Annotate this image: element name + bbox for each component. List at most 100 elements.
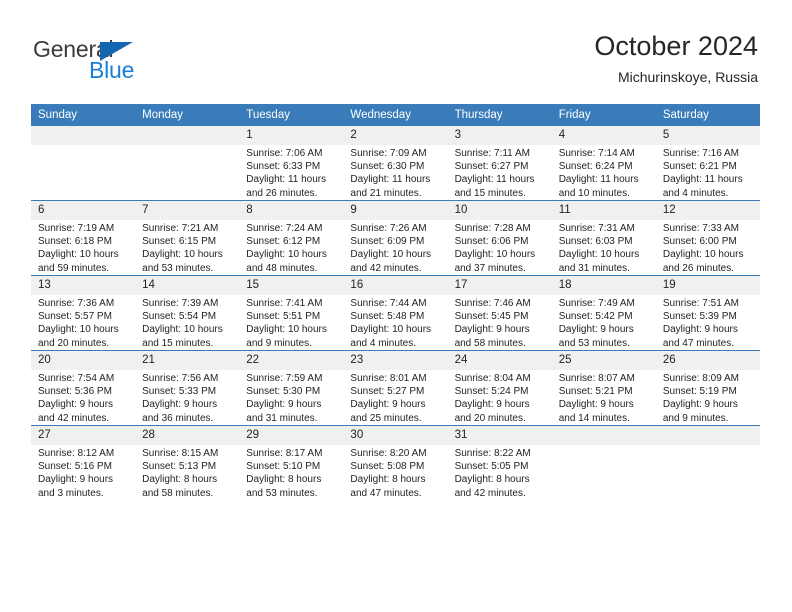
- sunset-text: Sunset: 5:08 PM: [350, 461, 425, 473]
- daylight-text: Daylight: 9 hours and 42 minutes.: [38, 399, 114, 424]
- calendar-day-cell[interactable]: 20 Sunrise: 7:54 AM Sunset: 5:36 PM Dayligh…: [31, 350, 136, 426]
- calendar-day-cell[interactable]: 5 Sunrise: 7:16 AM Sunset: 6:21 PM Daylight…: [655, 126, 760, 201]
- calendar-day-cell[interactable]: 24 Sunrise: 8:04 AM Sunset: 5:24 PM Dayligh…: [447, 350, 552, 426]
- day-number: 10: [447, 201, 552, 220]
- calendar-day-cell[interactable]: 28 Sunrise: 8:15 AM Sunset: 5:13 PM Dayligh…: [135, 425, 240, 500]
- day-number: 21: [135, 351, 240, 370]
- calendar-day-cell[interactable]: 3 Sunrise: 7:11 AM Sunset: 6:27 PM Daylight…: [447, 126, 552, 201]
- sunrise-text: Sunrise: 7:59 AM: [246, 373, 323, 384]
- sunrise-text: Sunrise: 7:46 AM: [454, 298, 531, 309]
- calendar-table: Sunday Monday Tuesday Wednesday Thursday Frid…: [31, 104, 760, 500]
- sunset-text: Sunset: 6:09 PM: [350, 236, 425, 248]
- daylight-text: Daylight: 9 hours and 14 minutes.: [558, 399, 634, 424]
- sunrise-text: Sunrise: 7:31 AM: [558, 223, 635, 234]
- sunrise-text: Sunrise: 8:12 AM: [38, 448, 115, 459]
- daylight-text: Daylight: 10 hours and 26 minutes.: [662, 249, 744, 274]
- day-number: [551, 426, 656, 445]
- day-number: 19: [655, 276, 760, 295]
- calendar-day-cell[interactable]: 7 Sunrise: 7:21 AM Sunset: 6:15 PM Daylight…: [135, 200, 240, 276]
- calendar-day-cell[interactable]: 11 Sunrise: 7:31 AM Sunset: 6:03 PM Dayligh…: [551, 200, 656, 276]
- sunset-text: Sunset: 5:54 PM: [142, 311, 217, 323]
- day-number: 16: [343, 276, 448, 295]
- calendar-day-cell[interactable]: 29 Sunrise: 8:17 AM Sunset: 5:10 PM Dayligh…: [239, 425, 344, 500]
- day-details: Sunrise: 7:09 AM Sunset: 6:30 PM Daylight:…: [343, 145, 447, 200]
- sunrise-text: Sunrise: 7:21 AM: [142, 223, 219, 234]
- logo-text-blue: Blue: [89, 57, 135, 83]
- sunset-text: Sunset: 5:05 PM: [454, 461, 529, 473]
- sunset-text: Sunset: 5:33 PM: [142, 386, 217, 398]
- day-details: Sunrise: 7:11 AM Sunset: 6:27 PM Daylight:…: [448, 145, 552, 200]
- sunset-text: Sunset: 5:57 PM: [38, 311, 112, 323]
- daylight-text: Daylight: 10 hours and 4 minutes.: [350, 324, 432, 349]
- calendar-day-cell[interactable]: 12 Sunrise: 7:33 AM Sunset: 6:00 PM Dayligh…: [655, 200, 760, 276]
- day-number: 17: [447, 276, 552, 295]
- sunrise-text: Sunrise: 8:17 AM: [246, 448, 323, 459]
- sunset-text: Sunset: 5:39 PM: [662, 311, 737, 323]
- calendar-day-cell[interactable]: 17 Sunrise: 7:46 AM Sunset: 5:45 PM Dayligh…: [447, 275, 552, 351]
- sunset-text: Sunset: 5:10 PM: [246, 461, 321, 473]
- calendar-day-cell[interactable]: 23 Sunrise: 8:01 AM Sunset: 5:27 PM Dayligh…: [343, 350, 448, 426]
- weekday-header-thursday: Thursday: [447, 104, 552, 126]
- day-details: Sunrise: 7:54 AM Sunset: 5:36 PM Daylight:…: [31, 370, 135, 425]
- daylight-text: Daylight: 10 hours and 9 minutes.: [246, 324, 327, 349]
- calendar-body: 1 Sunrise: 7:06 AM Sunset: 6:33 PM Daylight…: [31, 126, 760, 500]
- general-blue-logo[interactable]: General Blue: [33, 36, 233, 88]
- calendar-day-cell[interactable]: 6 Sunrise: 7:19 AM Sunset: 6:18 PM Daylight…: [31, 200, 136, 276]
- calendar-day-cell[interactable]: 30 Sunrise: 8:20 AM Sunset: 5:08 PM Dayligh…: [343, 425, 448, 500]
- day-details: Sunrise: 7:33 AM Sunset: 6:00 PM Daylight:…: [656, 220, 760, 275]
- day-details: Sunrise: 7:49 AM Sunset: 5:42 PM Daylight:…: [552, 295, 656, 350]
- calendar-day-cell[interactable]: 22 Sunrise: 7:59 AM Sunset: 5:30 PM Dayligh…: [239, 350, 344, 426]
- calendar-day-cell[interactable]: 13 Sunrise: 7:36 AM Sunset: 5:57 PM Dayligh…: [31, 275, 136, 351]
- day-number: [135, 126, 240, 145]
- daylight-text: Daylight: 10 hours and 15 minutes.: [142, 324, 223, 349]
- sunrise-text: Sunrise: 8:15 AM: [142, 448, 219, 459]
- calendar-day-cell-empty: [31, 126, 136, 201]
- calendar-day-cell[interactable]: 19 Sunrise: 7:51 AM Sunset: 5:39 PM Dayligh…: [655, 275, 760, 351]
- daylight-text: Daylight: 8 hours and 53 minutes.: [246, 474, 322, 499]
- sunrise-text: Sunrise: 7:54 AM: [38, 373, 115, 384]
- day-details: Sunrise: 8:07 AM Sunset: 5:21 PM Daylight:…: [552, 370, 656, 425]
- calendar-day-cell[interactable]: 2 Sunrise: 7:09 AM Sunset: 6:30 PM Daylight…: [343, 126, 448, 201]
- daylight-text: Daylight: 10 hours and 48 minutes.: [246, 249, 327, 274]
- sunset-text: Sunset: 6:12 PM: [246, 236, 321, 248]
- day-details: Sunrise: 7:28 AM Sunset: 6:06 PM Daylight:…: [448, 220, 552, 275]
- calendar-day-cell[interactable]: 14 Sunrise: 7:39 AM Sunset: 5:54 PM Dayligh…: [135, 275, 240, 351]
- location-subtitle: Michurinskoye, Russia: [617, 69, 758, 85]
- calendar-day-cell[interactable]: 10 Sunrise: 7:28 AM Sunset: 6:06 PM Dayligh…: [447, 200, 552, 276]
- calendar-day-cell[interactable]: 31 Sunrise: 8:22 AM Sunset: 5:05 PM Dayligh…: [447, 425, 552, 500]
- sunrise-text: Sunrise: 7:19 AM: [38, 223, 115, 234]
- sunset-text: Sunset: 6:30 PM: [350, 161, 425, 173]
- day-number: 31: [447, 426, 552, 445]
- sunset-text: Sunset: 6:21 PM: [662, 161, 737, 173]
- day-details: Sunrise: 7:36 AM Sunset: 5:57 PM Daylight:…: [31, 295, 135, 350]
- sunrise-text: Sunrise: 8:01 AM: [350, 373, 427, 384]
- day-details: Sunrise: 8:22 AM Sunset: 5:05 PM Daylight:…: [448, 445, 552, 500]
- sunrise-text: Sunrise: 7:11 AM: [454, 148, 530, 159]
- calendar-day-cell[interactable]: 26 Sunrise: 8:09 AM Sunset: 5:19 PM Dayligh…: [655, 350, 760, 426]
- calendar-week-row: 6 Sunrise: 7:19 AM Sunset: 6:18 PM Daylight…: [31, 200, 760, 276]
- day-number: 28: [135, 426, 240, 445]
- calendar-day-cell[interactable]: 8 Sunrise: 7:24 AM Sunset: 6:12 PM Daylight…: [239, 200, 344, 276]
- calendar-day-cell[interactable]: 1 Sunrise: 7:06 AM Sunset: 6:33 PM Daylight…: [239, 126, 344, 201]
- calendar-day-cell[interactable]: 4 Sunrise: 7:14 AM Sunset: 6:24 PM Daylight…: [551, 126, 656, 201]
- sunset-text: Sunset: 5:45 PM: [454, 311, 529, 323]
- calendar-day-cell[interactable]: 21 Sunrise: 7:56 AM Sunset: 5:33 PM Dayligh…: [135, 350, 240, 426]
- day-details: Sunrise: 8:04 AM Sunset: 5:24 PM Daylight:…: [448, 370, 552, 425]
- sunset-text: Sunset: 5:42 PM: [558, 311, 633, 323]
- calendar-day-cell[interactable]: 25 Sunrise: 8:07 AM Sunset: 5:21 PM Dayligh…: [551, 350, 656, 426]
- sunrise-text: Sunrise: 7:06 AM: [246, 148, 323, 159]
- calendar-page: General Blue October 2024 Michurinskoye,…: [0, 0, 792, 612]
- day-number: 2: [343, 126, 448, 145]
- sunrise-text: Sunrise: 7:56 AM: [142, 373, 219, 384]
- day-details: Sunrise: 7:41 AM Sunset: 5:51 PM Daylight:…: [239, 295, 343, 350]
- day-number: 24: [447, 351, 552, 370]
- sunset-text: Sunset: 6:24 PM: [558, 161, 633, 173]
- day-number: 20: [31, 351, 136, 370]
- calendar-day-cell[interactable]: 9 Sunrise: 7:26 AM Sunset: 6:09 PM Daylight…: [343, 200, 448, 276]
- sunset-text: Sunset: 5:30 PM: [246, 386, 321, 398]
- calendar-day-cell[interactable]: 15 Sunrise: 7:41 AM Sunset: 5:51 PM Dayligh…: [239, 275, 344, 351]
- calendar-day-cell[interactable]: 16 Sunrise: 7:44 AM Sunset: 5:48 PM Dayligh…: [343, 275, 448, 351]
- day-details: Sunrise: 7:19 AM Sunset: 6:18 PM Daylight:…: [31, 220, 135, 275]
- calendar-day-cell[interactable]: 27 Sunrise: 8:12 AM Sunset: 5:16 PM Dayligh…: [31, 425, 136, 500]
- calendar-day-cell[interactable]: 18 Sunrise: 7:49 AM Sunset: 5:42 PM Dayligh…: [551, 275, 656, 351]
